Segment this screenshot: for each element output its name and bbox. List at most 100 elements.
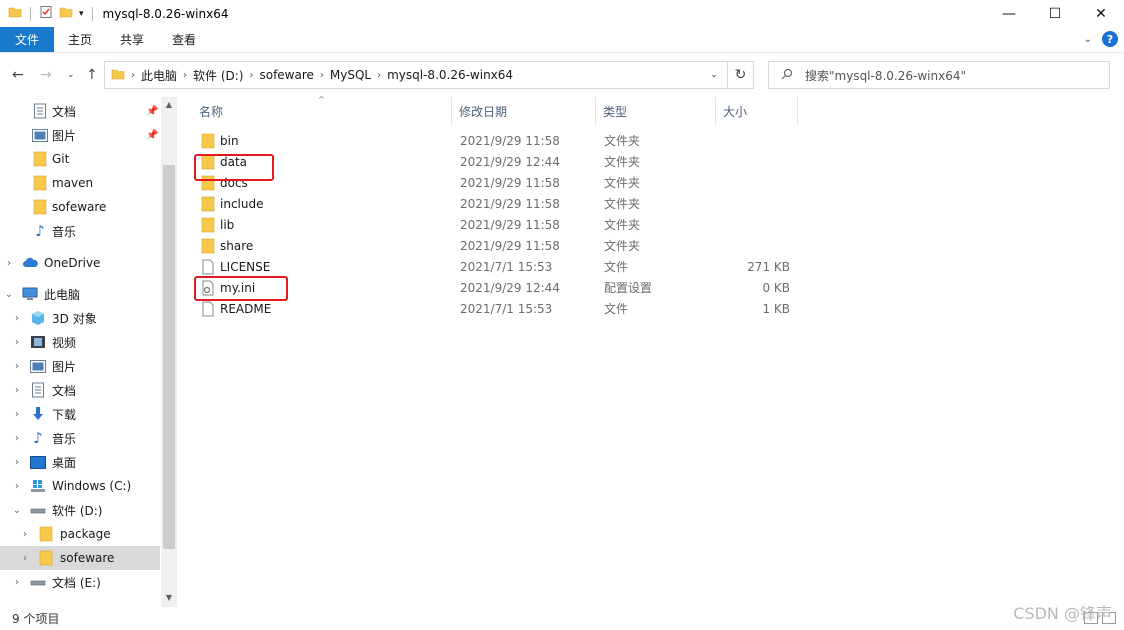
file-row[interactable]: bin 2021/9/29 11:58 文件夹	[192, 130, 798, 151]
tab-view[interactable]: 查看	[158, 27, 210, 52]
file-size: 0 KB	[762, 280, 790, 295]
navigation-bar: ← → ⌄ ↑ › 此电脑 › 软件 (D:) › sofeware › MyS…	[0, 53, 1124, 97]
file-type: 文件夹	[604, 239, 641, 253]
sidebar-item-package[interactable]: › package	[0, 522, 160, 546]
sidebar-item-label: package	[60, 527, 111, 541]
sidebar-item-label: 图片	[52, 359, 77, 374]
ribbon-tabs: 文件 主页 共享 查看 ⌄ ?	[0, 27, 1124, 53]
sidebar-item-desktop[interactable]: › 桌面	[0, 450, 160, 474]
file-row[interactable]: include 2021/9/29 11:58 文件夹	[192, 193, 798, 214]
refresh-icon[interactable]: ↻	[727, 62, 753, 88]
chevron-right-icon[interactable]: ›	[12, 409, 22, 420]
file-row[interactable]: my.ini 2021/9/29 12:44 配置设置 0 KB	[192, 277, 798, 298]
chevron-down-icon[interactable]: ⌄	[4, 289, 14, 300]
picture-icon	[30, 358, 46, 374]
folder-icon	[32, 175, 48, 191]
chevron-right-icon[interactable]: ›	[4, 258, 14, 269]
sidebar-item-music-quick[interactable]: ♪ 音乐	[0, 219, 160, 243]
chevron-right-icon[interactable]: ›	[12, 361, 22, 372]
chevron-right-icon[interactable]: ›	[12, 337, 22, 348]
sidebar-item-drive-d[interactable]: ⌄ 软件 (D:)	[0, 498, 160, 522]
chevron-right-icon[interactable]: ›	[12, 433, 22, 444]
tab-file[interactable]: 文件	[0, 27, 54, 52]
properties-icon[interactable]	[39, 5, 53, 22]
sidebar-item-label: 软件 (D:)	[52, 503, 103, 518]
file-row[interactable]: data 2021/9/29 12:44 文件夹	[192, 151, 798, 172]
file-row[interactable]: share 2021/9/29 11:58 文件夹	[192, 235, 798, 256]
maximize-icon[interactable]: ☐	[1032, 0, 1078, 27]
sidebar-item-git[interactable]: Git	[0, 147, 160, 171]
sidebar-item-documents-pinned[interactable]: 文档 📌	[0, 99, 160, 123]
minimize-icon[interactable]: —	[986, 0, 1032, 27]
chevron-right-icon[interactable]: ›	[12, 481, 22, 492]
sidebar-item-pictures[interactable]: › 图片	[0, 354, 160, 378]
column-header-type[interactable]: 类型	[596, 97, 716, 125]
chevron-right-icon[interactable]: ›	[12, 385, 22, 396]
breadcrumb-mysql[interactable]: MySQL	[324, 68, 377, 82]
file-name: README	[220, 301, 272, 316]
sidebar-item-3d-objects[interactable]: › 3D 对象	[0, 306, 160, 330]
tab-share[interactable]: 共享	[106, 27, 158, 52]
customize-toolbar-icon[interactable]: ▾	[79, 9, 84, 19]
file-row[interactable]: docs 2021/9/29 11:58 文件夹	[192, 172, 798, 193]
chevron-right-icon[interactable]: ›	[12, 457, 22, 468]
sidebar-item-videos[interactable]: › 视频	[0, 330, 160, 354]
expand-ribbon-icon[interactable]: ⌄	[1084, 34, 1092, 45]
scroll-down-icon[interactable]: ▼	[161, 593, 177, 602]
file-row[interactable]: LICENSE 2021/7/1 15:53 文件 271 KB	[192, 256, 798, 277]
address-bar[interactable]: › 此电脑 › 软件 (D:) › sofeware › MySQL › mys…	[104, 61, 754, 89]
breadcrumb-current[interactable]: mysql-8.0.26-winx64	[381, 68, 519, 82]
breadcrumb-this-pc[interactable]: 此电脑	[135, 67, 183, 84]
chevron-right-icon[interactable]: ›	[20, 529, 30, 540]
breadcrumb-sofeware[interactable]: sofeware	[253, 68, 319, 82]
folder-icon	[200, 175, 216, 191]
recent-locations-icon[interactable]: ⌄	[67, 70, 75, 80]
file-name: share	[220, 238, 254, 253]
file-row[interactable]: lib 2021/9/29 11:58 文件夹	[192, 214, 798, 235]
drive-icon	[30, 574, 46, 590]
address-dropdown-icon[interactable]: ⌄	[702, 62, 726, 88]
scrollbar-thumb[interactable]	[163, 165, 175, 549]
column-header-size[interactable]: 大小	[716, 97, 798, 125]
chevron-right-icon[interactable]: ›	[12, 577, 22, 588]
sidebar-item-downloads[interactable]: › 下载	[0, 402, 160, 426]
sidebar-item-this-pc[interactable]: ⌄ 此电脑	[0, 282, 160, 306]
sidebar-item-label: Git	[52, 152, 70, 166]
pin-icon[interactable]: 📌	[146, 130, 158, 141]
sidebar-scrollbar[interactable]: ▲ ▼	[161, 97, 177, 607]
forward-arrow-icon[interactable]: →	[40, 67, 52, 83]
search-input[interactable]: 搜索"mysql-8.0.26-winx64"	[768, 61, 1110, 89]
sidebar-item-label: 此电脑	[44, 287, 81, 302]
sidebar-item-sofeware-quick[interactable]: sofeware	[0, 195, 160, 219]
sidebar-item-documents[interactable]: › 文档	[0, 378, 160, 402]
computer-icon	[22, 286, 38, 302]
sidebar-item-sofeware[interactable]: › sofeware	[0, 546, 160, 570]
sidebar-item-pictures-pinned[interactable]: 图片 📌	[0, 123, 160, 147]
new-folder-icon[interactable]	[59, 5, 73, 22]
pin-icon[interactable]: 📌	[146, 106, 158, 117]
sidebar-item-drive-c[interactable]: › Windows (C:)	[0, 474, 160, 498]
sidebar-item-maven[interactable]: maven	[0, 171, 160, 195]
search-icon	[781, 68, 793, 83]
sidebar-item-music[interactable]: › ♪ 音乐	[0, 426, 160, 450]
file-type: 文件	[604, 302, 629, 316]
chevron-right-icon[interactable]: ›	[12, 313, 22, 324]
column-header-date[interactable]: 修改日期	[452, 97, 596, 125]
window-controls: — ☐ ✕	[986, 0, 1124, 27]
file-date: 2021/9/29 12:44	[460, 280, 560, 295]
up-arrow-icon[interactable]: ↑	[86, 67, 98, 83]
divider	[91, 6, 93, 21]
close-icon[interactable]: ✕	[1078, 0, 1124, 27]
sidebar-item-onedrive[interactable]: › OneDrive	[0, 251, 160, 275]
divider	[30, 6, 31, 21]
back-arrow-icon[interactable]: ←	[12, 67, 24, 83]
file-row[interactable]: README 2021/7/1 15:53 文件 1 KB	[192, 298, 798, 319]
chevron-right-icon[interactable]: ›	[20, 553, 30, 564]
column-header-name[interactable]: 名称	[192, 97, 452, 125]
breadcrumb-drive-d[interactable]: 软件 (D:)	[187, 67, 249, 84]
chevron-down-icon[interactable]: ⌄	[12, 505, 22, 516]
tab-home[interactable]: 主页	[54, 27, 106, 52]
help-icon[interactable]: ?	[1102, 31, 1118, 47]
scroll-up-icon[interactable]: ▲	[161, 100, 177, 109]
sidebar-item-drive-e[interactable]: › 文档 (E:)	[0, 570, 160, 594]
